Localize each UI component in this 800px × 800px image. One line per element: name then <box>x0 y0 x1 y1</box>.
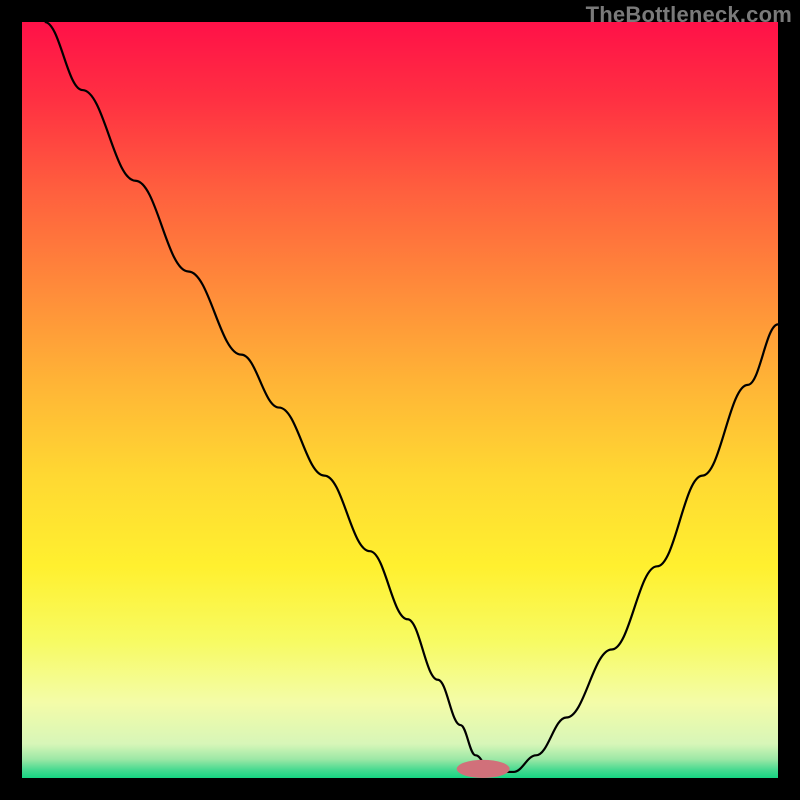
optimum-marker <box>457 760 510 778</box>
bottleneck-chart <box>22 22 778 778</box>
gradient-background <box>22 22 778 778</box>
plot-area <box>22 22 778 778</box>
chart-frame: TheBottleneck.com <box>0 0 800 800</box>
